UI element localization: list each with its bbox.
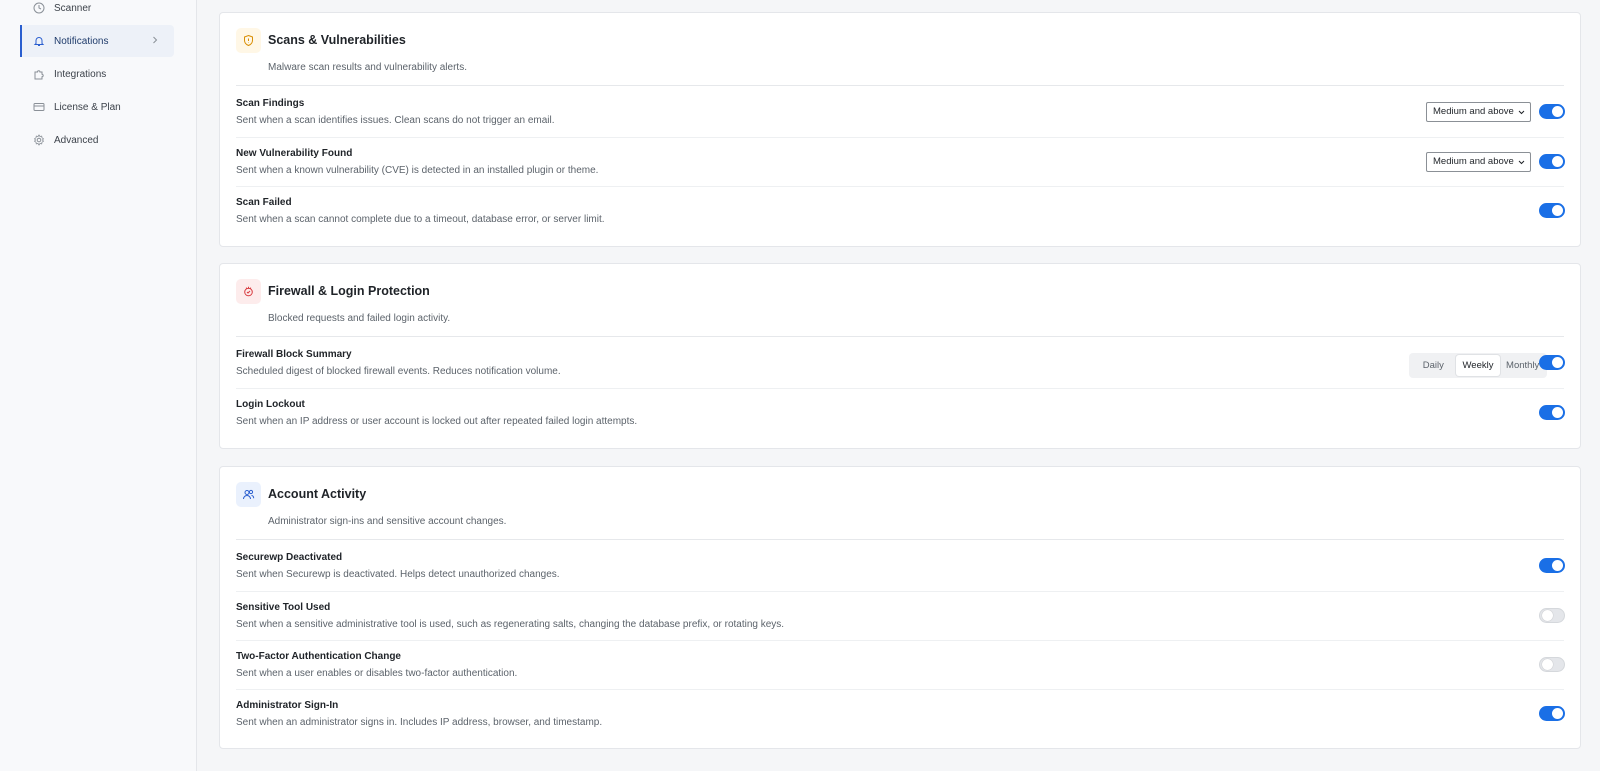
setting-row-new-vulnerability: New Vulnerability Found Sent when a know…	[236, 137, 1565, 186]
divider	[236, 539, 1564, 540]
two-factor-toggle[interactable]	[1539, 657, 1565, 672]
card-subtitle: Administrator sign-ins and sensitive acc…	[268, 516, 507, 527]
frequency-monthly[interactable]: Monthly	[1500, 355, 1545, 376]
setting-title: Scan Failed	[236, 197, 292, 208]
users-icon	[236, 482, 261, 507]
bell-icon	[33, 35, 45, 47]
card-header: Account Activity Administrator sign-ins …	[220, 467, 1580, 542]
puzzle-icon	[33, 68, 45, 80]
setting-title: Firewall Block Summary	[236, 349, 352, 360]
sidebar-item-integrations[interactable]: Integrations	[20, 58, 174, 90]
setting-row-securewp-deactivated: Securewp Deactivated Sent when Securewp …	[220, 542, 1580, 591]
chevron-down-icon	[1518, 110, 1525, 115]
sidebar-item-label: Notifications	[54, 35, 109, 47]
setting-row-login-lockout: Login Lockout Sent when an IP address or…	[236, 388, 1565, 437]
setting-description: Sent when an administrator signs in. Inc…	[236, 717, 603, 728]
card-title: Firewall & Login Protection	[268, 284, 430, 298]
setting-row-admin-sign-in: Administrator Sign-In Sent when an admin…	[236, 689, 1565, 738]
card-header: Firewall & Login Protection Blocked requ…	[220, 264, 1580, 339]
login-lockout-toggle[interactable]	[1539, 405, 1565, 420]
clock-icon	[33, 2, 45, 14]
card-icon	[33, 101, 45, 113]
setting-description: Sent when a scan identifies issues. Clea…	[236, 115, 555, 126]
card-title: Account Activity	[268, 487, 367, 501]
card-subtitle: Malware scan results and vulnerability a…	[268, 62, 467, 73]
admin-sign-in-toggle[interactable]	[1539, 706, 1565, 721]
new-vulnerability-toggle[interactable]	[1539, 154, 1565, 169]
chevron-down-icon	[1518, 160, 1525, 165]
setting-description: Scheduled digest of blocked firewall eve…	[236, 366, 561, 377]
setting-description: Sent when a sensitive administrative too…	[236, 619, 785, 630]
setting-row-scan-findings: Scan Findings Sent when a scan identifie…	[220, 88, 1580, 137]
sensitive-tool-toggle[interactable]	[1539, 608, 1565, 623]
sidebar-item-scanner[interactable]: Scanner	[20, 0, 174, 24]
setting-title: Scan Findings	[236, 98, 305, 109]
frequency-weekly[interactable]: Weekly	[1455, 355, 1501, 376]
firewall-summary-toggle[interactable]	[1539, 355, 1565, 370]
severity-select[interactable]: Medium and above	[1426, 102, 1531, 122]
sidebar: Scanner Notifications Integrations Licen…	[0, 0, 197, 771]
setting-title: Login Lockout	[236, 399, 305, 410]
setting-row-sensitive-tool: Sensitive Tool Used Sent when a sensitiv…	[236, 591, 1565, 640]
setting-description: Sent when a scan cannot complete due to …	[236, 214, 605, 225]
card-title: Scans & Vulnerabilities	[268, 33, 406, 47]
gear-icon	[33, 134, 45, 146]
setting-row-scan-failed: Scan Failed Sent when a scan cannot comp…	[236, 186, 1565, 235]
setting-title: Administrator Sign-In	[236, 700, 339, 711]
fire-shield-icon	[236, 279, 261, 304]
sidebar-item-notifications[interactable]: Notifications	[20, 25, 174, 57]
setting-row-two-factor: Two-Factor Authentication Change Sent wh…	[236, 640, 1565, 689]
divider	[236, 85, 1564, 86]
setting-row-firewall-block-summary: Firewall Block Summary Scheduled digest …	[220, 339, 1580, 388]
setting-description: Sent when Securewp is deactivated. Helps…	[236, 569, 560, 580]
setting-description: Sent when a user enables or disables two…	[236, 668, 518, 679]
severity-select[interactable]: Medium and above	[1426, 152, 1531, 172]
card-subtitle: Blocked requests and failed login activi…	[268, 313, 451, 324]
securewp-deactivated-toggle[interactable]	[1539, 558, 1565, 573]
sidebar-item-label: Scanner	[54, 2, 92, 14]
sidebar-item-label: Advanced	[54, 134, 99, 146]
card-account-activity: Account Activity Administrator sign-ins …	[219, 466, 1581, 749]
scan-failed-toggle[interactable]	[1539, 203, 1565, 218]
scan-findings-toggle[interactable]	[1539, 104, 1565, 119]
select-value: Medium and above	[1433, 106, 1514, 117]
main-content: Scans & Vulnerabilities Malware scan res…	[198, 0, 1600, 771]
card-scans-vulnerabilities: Scans & Vulnerabilities Malware scan res…	[219, 12, 1581, 247]
card-firewall-login: Firewall & Login Protection Blocked requ…	[219, 263, 1581, 449]
sidebar-item-license-plan[interactable]: License & Plan	[20, 91, 174, 123]
frequency-segmented-control: Daily Weekly Monthly	[1409, 353, 1547, 378]
frequency-daily[interactable]: Daily	[1411, 355, 1456, 376]
select-value: Medium and above	[1433, 156, 1514, 167]
setting-title: Sensitive Tool Used	[236, 602, 331, 613]
sidebar-item-advanced[interactable]: Advanced	[20, 124, 174, 156]
setting-title: New Vulnerability Found	[236, 148, 353, 159]
setting-description: Sent when an IP address or user account …	[236, 416, 638, 427]
card-header: Scans & Vulnerabilities Malware scan res…	[220, 13, 1580, 88]
setting-title: Two-Factor Authentication Change	[236, 651, 401, 662]
sidebar-item-label: License & Plan	[54, 101, 121, 113]
sidebar-item-label: Integrations	[54, 68, 107, 80]
shield-icon	[236, 28, 261, 53]
setting-title: Securewp Deactivated	[236, 552, 343, 563]
divider	[236, 336, 1564, 337]
chevron-right-icon	[153, 36, 158, 44]
setting-description: Sent when a known vulnerability (CVE) is…	[236, 165, 599, 176]
